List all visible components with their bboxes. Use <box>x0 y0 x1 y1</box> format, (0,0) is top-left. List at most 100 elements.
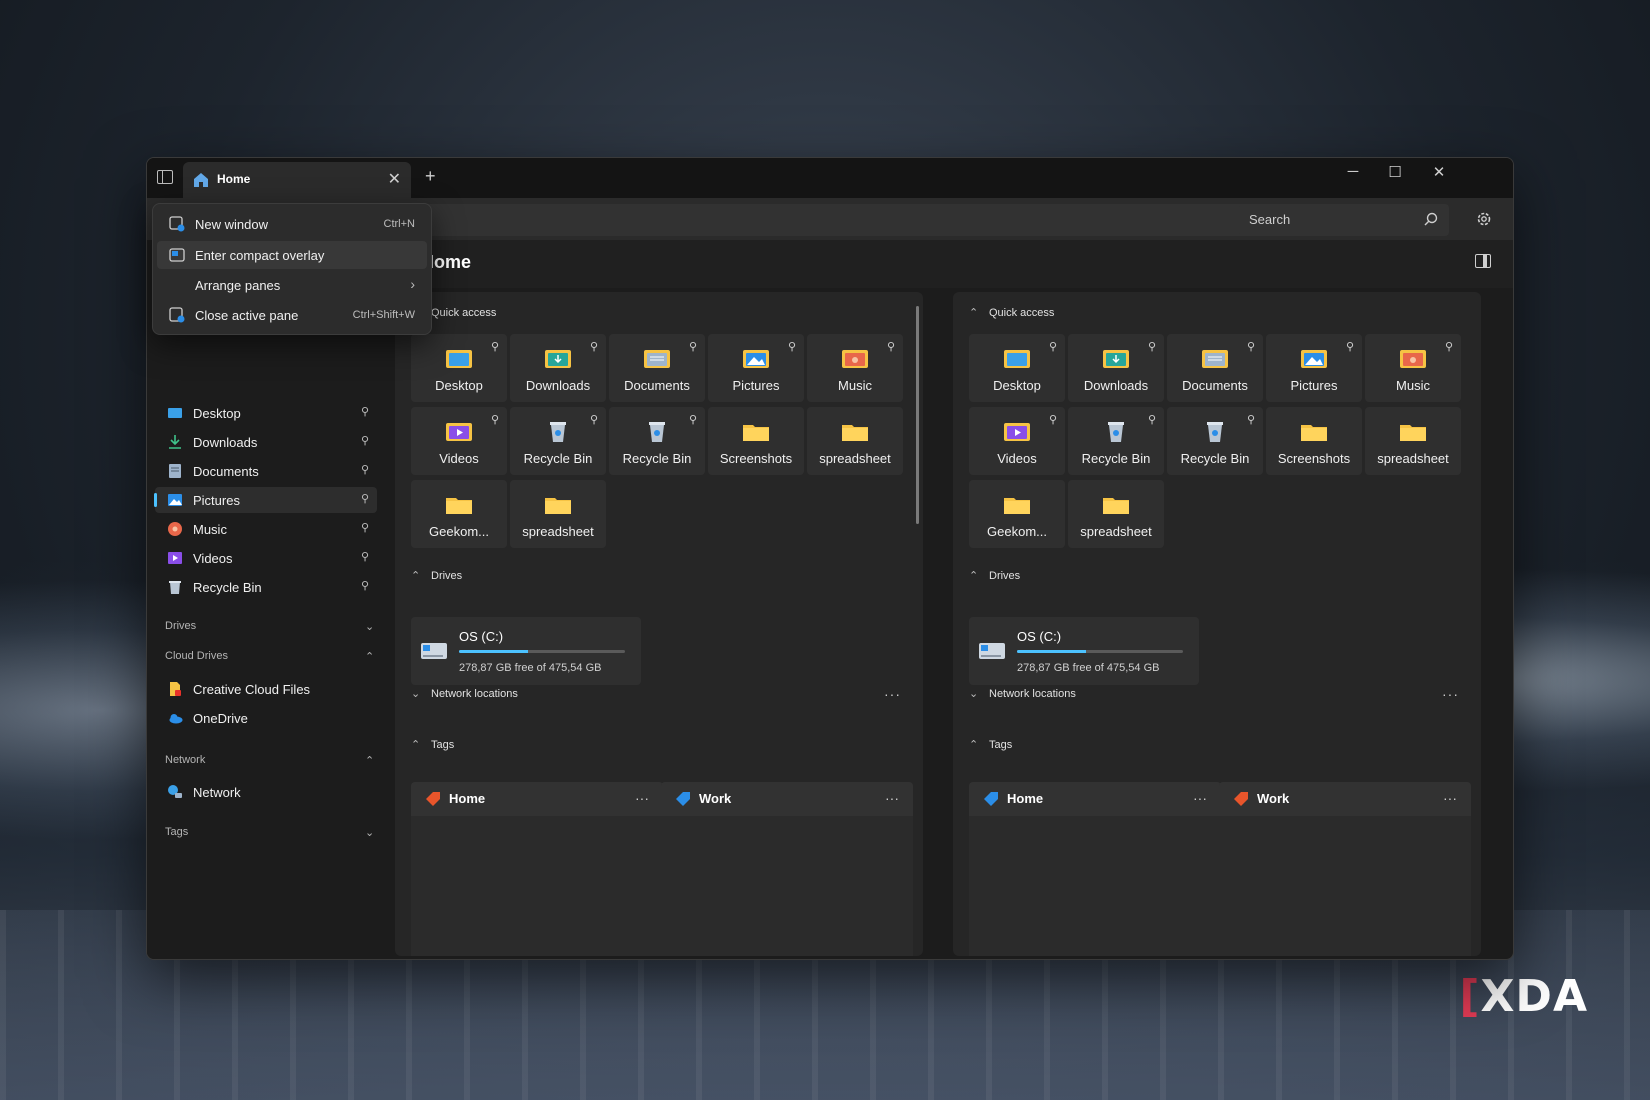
quick-access-tile-music[interactable]: Music ⚲ <box>807 334 903 402</box>
pin-icon[interactable]: ⚲ <box>1247 340 1255 353</box>
sidebar-item-music[interactable]: Music ⚲ <box>155 516 377 542</box>
pin-icon[interactable]: ⚲ <box>491 340 499 353</box>
sidebar-item-documents[interactable]: Documents ⚲ <box>155 458 377 484</box>
tags-header[interactable]: ⌃ Tags <box>969 738 1012 751</box>
more-options-icon[interactable]: ··· <box>884 686 901 702</box>
section-tags[interactable]: Tags <box>165 826 188 838</box>
menu-item-close-active-pane[interactable]: Close active pane Ctrl+Shift+W <box>157 301 427 329</box>
quick-access-tile-desktop[interactable]: Desktop ⚲ <box>969 334 1065 402</box>
pin-icon[interactable]: ⚲ <box>361 434 369 447</box>
quick-access-tile-music[interactable]: Music ⚲ <box>1365 334 1461 402</box>
quick-access-tile-spreadsheet[interactable]: spreadsheet <box>1068 480 1164 548</box>
pin-icon[interactable]: ⚲ <box>689 413 697 426</box>
pin-icon[interactable]: ⚲ <box>887 340 895 353</box>
tag-card-work[interactable]: Work ··· <box>1219 782 1471 956</box>
scrollbar[interactable] <box>916 306 919 524</box>
sidebar-item-videos[interactable]: Videos ⚲ <box>155 545 377 571</box>
quick-access-tile-spreadsheet[interactable]: spreadsheet <box>1365 407 1461 475</box>
sidebar-item-network[interactable]: Network <box>155 779 377 805</box>
chevron-down-icon[interactable]: ⌄ <box>365 620 374 633</box>
pin-icon[interactable]: ⚲ <box>1148 413 1156 426</box>
chevron-up-icon[interactable]: ⌃ <box>365 650 374 663</box>
address-bar[interactable]: ⌄ <box>417 204 1379 236</box>
search-input[interactable]: Search <box>1239 204 1449 236</box>
pin-icon[interactable]: ⚲ <box>361 405 369 418</box>
network-locations-header[interactable]: ⌄ Network locations <box>969 687 1076 700</box>
pin-icon[interactable]: ⚲ <box>361 463 369 476</box>
close-window-button[interactable]: ✕ <box>1417 163 1461 181</box>
pin-icon[interactable]: ⚲ <box>361 492 369 505</box>
minimize-button[interactable]: ─ <box>1331 163 1375 180</box>
pin-icon[interactable]: ⚲ <box>361 550 369 563</box>
menu-item-arrange-panes[interactable]: Arrange panes › <box>157 271 427 299</box>
tag-card-home[interactable]: Home ··· <box>411 782 663 956</box>
tag-card-home[interactable]: Home ··· <box>969 782 1221 956</box>
section-network[interactable]: Network <box>165 754 205 766</box>
quick-access-tile-recycle-bin[interactable]: Recycle Bin ⚲ <box>510 407 606 475</box>
sidebar-item-creative-cloud[interactable]: Creative Cloud Files <box>155 676 377 702</box>
pin-icon[interactable]: ⚲ <box>1049 413 1057 426</box>
pin-icon[interactable]: ⚲ <box>689 340 697 353</box>
maximize-button[interactable]: ☐ <box>1373 163 1417 181</box>
pin-icon[interactable]: ⚲ <box>1445 340 1453 353</box>
sidebar-item-desktop[interactable]: Desktop ⚲ <box>155 400 377 426</box>
more-options-icon[interactable]: ··· <box>1442 686 1459 702</box>
quick-access-tile-pictures[interactable]: Pictures ⚲ <box>708 334 804 402</box>
tags-header[interactable]: ⌃ Tags <box>411 738 454 751</box>
section-cloud-drives[interactable]: Cloud Drives <box>165 650 228 662</box>
sidebar-toggle-icon[interactable] <box>157 170 173 184</box>
pin-icon[interactable]: ⚲ <box>590 340 598 353</box>
menu-item-compact-overlay[interactable]: Enter compact overlay <box>157 241 427 269</box>
quick-access-tile-videos[interactable]: Videos ⚲ <box>411 407 507 475</box>
drive-c[interactable]: OS (C:) 278,87 GB free of 475,54 GB <box>969 617 1199 685</box>
quick-access-tile-screenshots[interactable]: Screenshots <box>708 407 804 475</box>
details-pane-icon[interactable] <box>1475 254 1491 268</box>
drive-c[interactable]: OS (C:) 278,87 GB free of 475,54 GB <box>411 617 641 685</box>
pin-icon[interactable]: ⚲ <box>361 579 369 592</box>
new-tab-button[interactable]: + <box>425 166 436 187</box>
sidebar-item-pictures[interactable]: Pictures ⚲ <box>154 487 377 513</box>
more-options-icon[interactable]: ··· <box>885 790 899 806</box>
quick-access-tile-documents[interactable]: Documents ⚲ <box>609 334 705 402</box>
quick-access-tile-downloads[interactable]: Downloads ⚲ <box>1068 334 1164 402</box>
quick-access-tile-recycle-bin[interactable]: Recycle Bin ⚲ <box>609 407 705 475</box>
quick-access-tile-downloads[interactable]: Downloads ⚲ <box>510 334 606 402</box>
quick-access-tile-screenshots[interactable]: Screenshots <box>1266 407 1362 475</box>
quick-access-tile-spreadsheet[interactable]: spreadsheet <box>510 480 606 548</box>
more-options-icon[interactable]: ··· <box>1443 790 1457 806</box>
quick-access-tile-recycle-bin[interactable]: Recycle Bin ⚲ <box>1068 407 1164 475</box>
section-drives[interactable]: Drives <box>165 620 196 632</box>
quick-access-tile-desktop[interactable]: Desktop ⚲ <box>411 334 507 402</box>
pin-icon[interactable]: ⚲ <box>361 521 369 534</box>
pin-icon[interactable]: ⚲ <box>1346 340 1354 353</box>
drives-header[interactable]: ⌃ Drives <box>969 569 1020 582</box>
tab-close-icon[interactable]: ✕ <box>388 169 401 189</box>
quick-access-tile-geekom[interactable]: Geekom... <box>411 480 507 548</box>
sidebar-item-downloads[interactable]: Downloads ⚲ <box>155 429 377 455</box>
pin-icon[interactable]: ⚲ <box>788 340 796 353</box>
quick-access-tile-recycle-bin[interactable]: Recycle Bin ⚲ <box>1167 407 1263 475</box>
more-options-icon[interactable]: ··· <box>1193 790 1207 806</box>
more-options-icon[interactable]: ··· <box>635 790 649 806</box>
pin-icon[interactable]: ⚲ <box>1247 413 1255 426</box>
quick-access-tile-spreadsheet[interactable]: spreadsheet <box>807 407 903 475</box>
pin-icon[interactable]: ⚲ <box>491 413 499 426</box>
gear-icon[interactable] <box>1475 210 1493 228</box>
quick-access-header[interactable]: ⌃Quick access <box>969 306 1054 319</box>
pin-icon[interactable]: ⚲ <box>1049 340 1057 353</box>
sidebar-item-recycle-bin[interactable]: Recycle Bin ⚲ <box>155 574 377 600</box>
quick-access-tile-pictures[interactable]: Pictures ⚲ <box>1266 334 1362 402</box>
quick-access-tile-videos[interactable]: Videos ⚲ <box>969 407 1065 475</box>
sidebar-item-onedrive[interactable]: OneDrive <box>155 705 377 731</box>
chevron-up-icon[interactable]: ⌃ <box>365 754 374 767</box>
tab-home[interactable]: Home ✕ <box>183 162 411 198</box>
pin-icon[interactable]: ⚲ <box>1148 340 1156 353</box>
tag-card-work[interactable]: Work ··· <box>661 782 913 956</box>
chevron-down-icon[interactable]: ⌄ <box>365 826 374 839</box>
pin-icon[interactable]: ⚲ <box>590 413 598 426</box>
drives-header[interactable]: ⌃ Drives <box>411 569 462 582</box>
network-locations-header[interactable]: ⌄ Network locations <box>411 687 518 700</box>
menu-item-new-window[interactable]: New window Ctrl+N <box>157 210 427 238</box>
quick-access-tile-geekom[interactable]: Geekom... <box>969 480 1065 548</box>
quick-access-tile-documents[interactable]: Documents ⚲ <box>1167 334 1263 402</box>
